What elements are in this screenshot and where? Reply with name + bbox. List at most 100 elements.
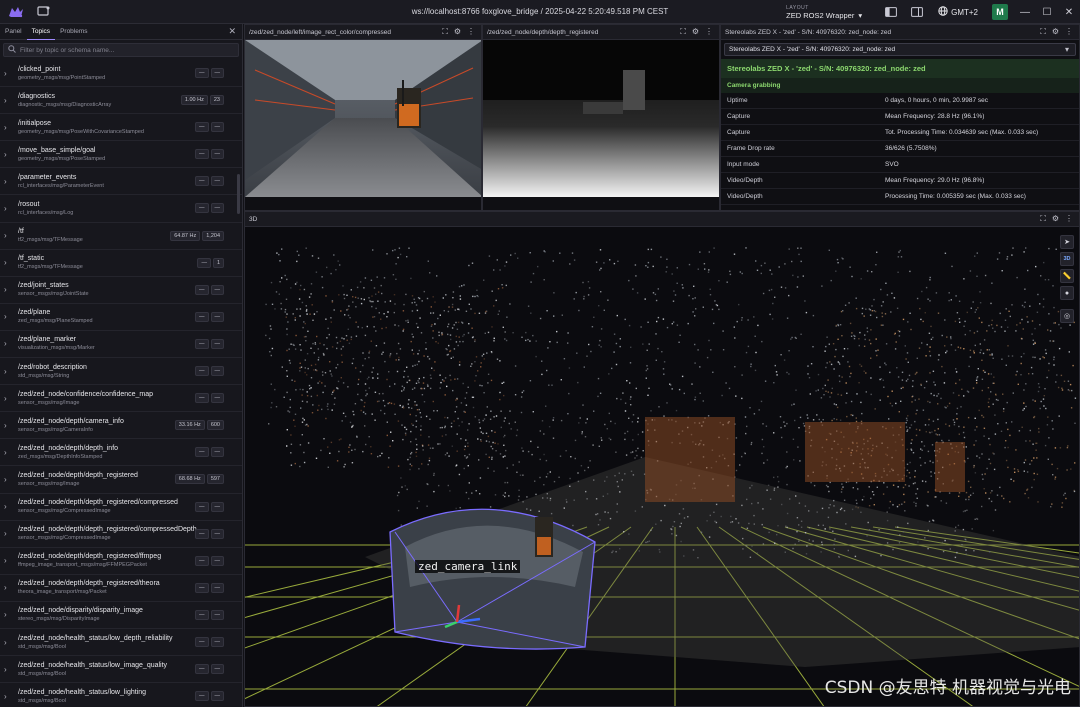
chevron-right-icon[interactable]: › [4,583,14,592]
topic-row[interactable]: › /zed/zed_node/depth/depth_info zed_msgs/… [0,439,242,467]
chevron-right-icon[interactable]: › [4,258,14,267]
topic-row[interactable]: › /zed/plane_marker visualization_msgs/msg… [0,331,242,359]
chevron-right-icon[interactable]: › [4,150,14,159]
timezone-selector[interactable]: GMT+2 [938,6,978,18]
more-icon[interactable]: ⋮ [1065,214,1073,224]
diagnostic-key: Video/Depth [727,177,763,184]
more-icon[interactable]: ⋮ [705,27,713,37]
close-icon[interactable]: ✕ [1061,4,1077,20]
topic-row[interactable]: › /zed/joint_states sensor_msgs/msg/JointS… [0,277,242,304]
search-input[interactable] [20,46,220,54]
topic-schema: std_msgs/msg/Bool [18,697,66,704]
chevron-right-icon[interactable]: › [4,394,14,403]
topic-row[interactable]: › /zed/zed_node/depth/depth_registered/co… [0,494,242,521]
topic-row[interactable]: › /zed/zed_node/depth/camera_info sensor_m… [0,412,242,440]
left-sidebar-toggle-icon[interactable] [883,4,899,20]
chevron-right-icon[interactable]: › [4,448,14,457]
avatar[interactable]: M [992,4,1008,20]
topic-frequency: — [195,176,209,187]
fullscreen-icon[interactable]: ⛶ [442,27,448,37]
chevron-right-icon[interactable]: › [4,529,14,538]
foxglove-logo-icon[interactable] [6,4,26,20]
chevron-right-icon[interactable]: › [4,421,14,430]
topic-message-count: — [210,311,224,322]
3d-viewport[interactable]: zed_camera_link ➤ 3D 📏 ● ◎ CSDN @友思特 机器视… [245,227,1079,706]
panel-title[interactable]: /zed/zed_node/depth/depth_registered [487,29,598,36]
chevron-right-icon[interactable]: › [4,69,14,78]
topic-frequency: — [195,691,209,702]
globe-icon [938,6,948,18]
topic-message-count: — [210,338,224,349]
connection-icon[interactable] [34,3,52,21]
scrollbar[interactable] [237,174,240,214]
gear-icon[interactable]: ⚙ [454,27,461,37]
topic-row[interactable]: › /zed/zed_node/depth/depth_registered/th… [0,575,242,602]
topic-row[interactable]: › /zed/zed_node/health_status/low_depth_r… [0,629,242,657]
close-icon[interactable]: ✕ [228,26,236,37]
panel-title[interactable]: Stereolabs ZED X - 'zed' - S/N: 40976320… [725,29,891,36]
fullscreen-icon[interactable]: ⛶ [680,27,686,37]
topic-row[interactable]: › /parameter_events rcl_interfaces/msg/Par… [0,168,242,196]
chevron-right-icon[interactable]: › [4,610,14,619]
shelf-block [935,442,965,492]
maximize-icon[interactable]: ☐ [1039,4,1055,20]
chevron-right-icon[interactable]: › [4,339,14,348]
chevron-right-icon[interactable]: › [4,692,14,701]
follow-target-icon[interactable]: ◎ [1060,309,1074,323]
topic-row[interactable]: › /zed/zed_node/depth/depth_registered/co… [0,521,242,548]
chevron-right-icon[interactable]: › [4,96,14,105]
chevron-right-icon[interactable]: › [4,123,14,132]
topic-row[interactable]: › /diagnostics diagnostic_msgs/msg/Diagnos… [0,87,242,115]
gear-icon[interactable]: ⚙ [1052,27,1059,37]
chevron-right-icon[interactable]: › [4,665,14,674]
fullscreen-icon[interactable]: ⛶ [1040,27,1046,37]
topic-frequency: — [195,528,209,539]
topic-row[interactable]: › /zed/zed_node/health_status/low_lightin… [0,683,242,707]
more-icon[interactable]: ⋮ [1065,27,1073,37]
panel-header: /zed/zed_node/depth/depth_registered ⛶ ⚙… [483,25,719,40]
chevron-right-icon[interactable]: › [4,502,14,511]
tab-panel[interactable]: Panel [0,24,27,40]
panel-title[interactable]: 3D [249,216,257,223]
publish-point-icon[interactable]: ● [1060,286,1074,300]
measure-ruler-icon[interactable]: 📏 [1060,269,1074,283]
topic-row[interactable]: › /move_base_simple/goal geometry_msgs/msg… [0,141,242,169]
panel-title[interactable]: /zed/zed_node/left/image_rect_color/comp… [249,29,391,36]
chevron-right-icon[interactable]: › [4,231,14,240]
topic-row[interactable]: › /zed/zed_node/disparity/disparity_image… [0,602,242,629]
topic-row[interactable]: › /tf tf2_msgs/msg/TFMessage 64.87 Hz 1,204 [0,223,242,250]
select-cursor-icon[interactable]: ➤ [1060,235,1074,249]
fullscreen-icon[interactable]: ⛶ [1040,214,1046,224]
topic-schema: std_msgs/msg/Bool [18,643,66,650]
more-icon[interactable]: ⋮ [467,27,475,37]
tab-topics[interactable]: Topics [26,24,56,40]
view-mode-toggle[interactable]: 3D [1060,252,1074,266]
diagnostic-select[interactable]: Stereolabs ZED X - 'zed' - S/N: 40976320… [724,43,1076,56]
topic-name: /tf_static [18,255,45,263]
topic-row[interactable]: › /zed/zed_node/confidence/confidence_map… [0,385,242,413]
minimize-icon[interactable]: — [1017,4,1033,20]
right-sidebar-toggle-icon[interactable] [909,4,925,20]
layout-selector[interactable]: LAYOUT ZED ROS2 Wrapper ▾ [786,5,862,20]
chevron-right-icon[interactable]: › [4,177,14,186]
chevron-down-icon: ▾ [1064,45,1069,54]
topic-row[interactable]: › /clicked_point geometry_msgs/msg/PointSt… [0,60,242,88]
topic-row[interactable]: › /initialpose geometry_msgs/msg/PoseWithC… [0,114,242,142]
tab-problems[interactable]: Problems [55,24,92,40]
chevron-right-icon[interactable]: › [4,204,14,213]
topic-row[interactable]: › /zed/plane zed_msgs/msg/PlaneStamped — — [0,304,242,331]
topic-row[interactable]: › /tf_static tf2_msgs/msg/TFMessage —1 [0,250,242,277]
topic-row[interactable]: › /zed/zed_node/health_status/low_image_q… [0,656,242,684]
topic-row[interactable]: › /zed/robot_description std_msgs/msg/Stri… [0,358,242,386]
gear-icon[interactable]: ⚙ [1052,214,1059,224]
chevron-right-icon[interactable]: › [4,312,14,321]
chevron-right-icon[interactable]: › [4,556,14,565]
chevron-right-icon[interactable]: › [4,367,14,376]
chevron-right-icon[interactable]: › [4,475,14,484]
topic-row[interactable]: › /rosout rcl_interfaces/msg/Log — — [0,195,242,223]
gear-icon[interactable]: ⚙ [692,27,699,37]
topic-row[interactable]: › /zed/zed_node/depth/depth_registered/ff… [0,548,242,575]
chevron-right-icon[interactable]: › [4,638,14,647]
topic-row[interactable]: › /zed/zed_node/depth/depth_registered sen… [0,466,242,494]
chevron-right-icon[interactable]: › [4,285,14,294]
